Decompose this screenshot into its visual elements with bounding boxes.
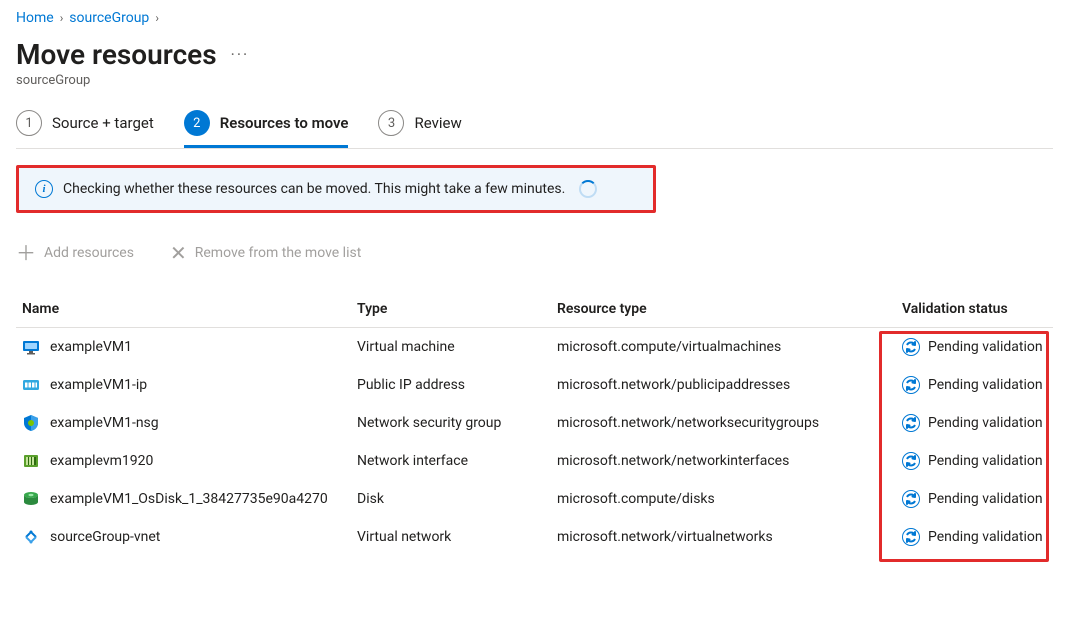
validation-status: Pending validation — [928, 339, 1043, 355]
resource-name: exampleVM1-nsg — [50, 415, 159, 431]
table-row[interactable]: exampleVM1-ip Public IP addressmicrosoft.… — [16, 366, 1053, 404]
divider — [16, 148, 1053, 149]
remove-from-list-button[interactable]: ✕ Remove from the move list — [170, 243, 361, 263]
resource-type: Virtual machine — [351, 328, 551, 367]
resource-provider-type: microsoft.network/publicipaddresses — [551, 366, 896, 404]
resource-name: examplevm1920 — [50, 453, 153, 469]
toolbar: ＋ Add resources ✕ Remove from the move l… — [16, 243, 1053, 263]
step-number: 2 — [184, 110, 210, 136]
page-subtitle: sourceGroup — [16, 73, 1053, 88]
validation-status: Pending validation — [928, 377, 1043, 393]
disk-icon — [22, 490, 40, 508]
resource-name: exampleVM1-ip — [50, 377, 147, 393]
step-label: Resources to move — [220, 114, 349, 132]
resources-table-wrap: Name Type Resource type Validation statu… — [16, 291, 1053, 556]
resource-provider-type: microsoft.network/networkinterfaces — [551, 442, 896, 480]
validation-status: Pending validation — [928, 453, 1043, 469]
resource-type: Network security group — [351, 404, 551, 442]
col-header-rtype[interactable]: Resource type — [551, 291, 896, 328]
validation-status: Pending validation — [928, 491, 1043, 507]
sync-icon — [902, 452, 920, 470]
nsg-icon — [22, 414, 40, 432]
step-label: Review — [414, 114, 461, 132]
col-header-name[interactable]: Name — [16, 291, 351, 328]
close-icon: ✕ — [170, 243, 187, 263]
resource-provider-type: microsoft.network/networksecuritygroups — [551, 404, 896, 442]
col-header-status[interactable]: Validation status — [896, 291, 1053, 328]
sync-icon — [902, 376, 920, 394]
table-row[interactable]: exampleVM1_OsDisk_1_38427735e90a4270 Disk… — [16, 480, 1053, 518]
step-source-target[interactable]: 1 Source + target — [16, 110, 154, 146]
step-number: 1 — [16, 110, 42, 136]
resources-table: Name Type Resource type Validation statu… — [16, 291, 1053, 556]
info-icon: i — [35, 180, 53, 198]
more-actions-button[interactable]: ··· — [231, 45, 250, 64]
page-title: Move resources — [16, 38, 217, 71]
spinner-icon — [579, 180, 597, 198]
chevron-right-icon: › — [60, 11, 64, 25]
plus-icon: ＋ — [16, 243, 36, 263]
sync-icon — [902, 414, 920, 432]
resource-name: exampleVM1 — [50, 339, 132, 355]
resource-name: exampleVM1_OsDisk_1_38427735e90a4270 — [50, 491, 328, 507]
info-text: Checking whether these resources can be … — [63, 181, 565, 197]
validation-status: Pending validation — [928, 415, 1043, 431]
ip-icon — [22, 376, 40, 394]
table-row[interactable]: exampleVM1 Virtual machinemicrosoft.compu… — [16, 328, 1053, 367]
stepper: 1 Source + target 2 Resources to move 3 … — [16, 110, 1053, 148]
remove-from-list-label: Remove from the move list — [195, 245, 362, 261]
sync-icon — [902, 490, 920, 508]
add-resources-label: Add resources — [44, 245, 134, 261]
breadcrumb-group[interactable]: sourceGroup — [69, 10, 149, 26]
vm-icon — [22, 338, 40, 356]
step-review[interactable]: 3 Review — [378, 110, 461, 146]
resource-provider-type: microsoft.compute/virtualmachines — [551, 328, 896, 367]
col-header-type[interactable]: Type — [351, 291, 551, 328]
add-resources-button[interactable]: ＋ Add resources — [16, 243, 134, 263]
step-resources-to-move[interactable]: 2 Resources to move — [184, 110, 349, 146]
resource-type: Public IP address — [351, 366, 551, 404]
resource-provider-type: microsoft.compute/disks — [551, 480, 896, 518]
chevron-right-icon: › — [155, 11, 159, 25]
table-row[interactable]: sourceGroup-vnet Virtual networkmicrosoft… — [16, 518, 1053, 556]
breadcrumb-home[interactable]: Home — [16, 10, 54, 26]
info-banner: i Checking whether these resources can b… — [16, 165, 656, 213]
resource-type: Disk — [351, 480, 551, 518]
sync-icon — [902, 528, 920, 546]
breadcrumb: Home › sourceGroup › — [16, 0, 1053, 32]
table-row[interactable]: exampleVM1-nsg Network security groupmicr… — [16, 404, 1053, 442]
nic-icon — [22, 452, 40, 470]
step-label: Source + target — [52, 114, 154, 132]
vnet-icon — [22, 528, 40, 546]
table-row[interactable]: examplevm1920 Network interfacemicrosoft.… — [16, 442, 1053, 480]
resource-type: Network interface — [351, 442, 551, 480]
validation-status: Pending validation — [928, 529, 1043, 545]
sync-icon — [902, 338, 920, 356]
resource-name: sourceGroup-vnet — [50, 529, 160, 545]
step-number: 3 — [378, 110, 404, 136]
resource-provider-type: microsoft.network/virtualnetworks — [551, 518, 896, 556]
resource-type: Virtual network — [351, 518, 551, 556]
